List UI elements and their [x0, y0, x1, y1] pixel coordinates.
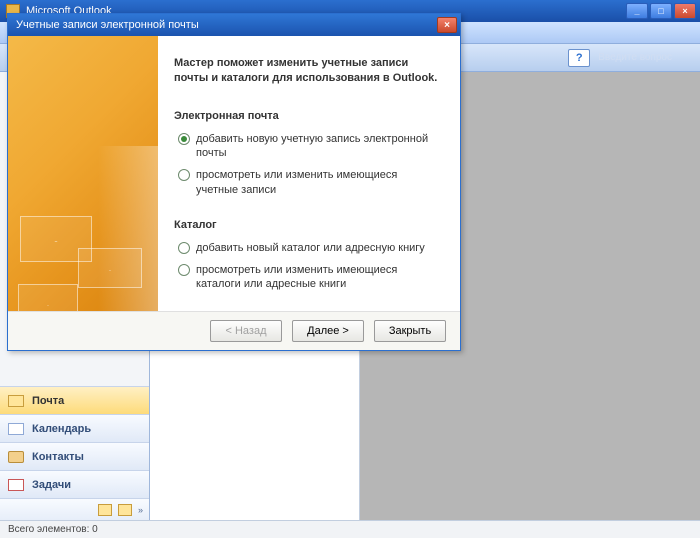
nav-tasks-label: Задачи — [32, 479, 71, 491]
radio-add-dir-label: добавить новый каталог или адресную книг… — [196, 241, 425, 255]
contacts-icon — [8, 451, 24, 463]
dialog-title: Учетные записи электронной почты — [16, 19, 199, 31]
dialog-body: Мастер поможет изменить учетные записи п… — [8, 36, 460, 312]
calendar-icon — [8, 423, 24, 435]
nav-calendar-label: Календарь — [32, 423, 91, 435]
radio-icon — [178, 133, 190, 145]
nav-calendar[interactable]: Календарь — [0, 414, 149, 442]
section-dir-heading: Каталог — [174, 219, 442, 231]
search-hint: Введите вопрос — [598, 52, 672, 63]
nav-tasks[interactable]: Задачи — [0, 470, 149, 498]
radio-edit-email-label: просмотреть или изменить имеющиеся учетн… — [196, 168, 442, 197]
accounts-wizard-dialog: Учетные записи электронной почты × Масте… — [7, 13, 461, 351]
tasks-icon — [8, 479, 24, 491]
radio-edit-dir[interactable]: просмотреть или изменить имеющиеся катал… — [174, 263, 442, 292]
dialog-titlebar: Учетные записи электронной почты × — [8, 14, 460, 36]
nav-contacts-label: Контакты — [32, 451, 84, 463]
maximize-button[interactable]: □ — [650, 3, 672, 19]
wizard-intro: Мастер поможет изменить учетные записи п… — [174, 56, 442, 86]
nav-mail[interactable]: Почта — [0, 386, 149, 414]
nav-shortcuts: » — [0, 498, 149, 520]
nav-mail-label: Почта — [32, 395, 64, 407]
envelope-icon — [78, 248, 142, 288]
mail-icon — [8, 395, 24, 407]
next-button[interactable]: Далее > — [292, 320, 364, 342]
wizard-content: Мастер поможет изменить учетные записи п… — [158, 36, 460, 311]
folder-list-icon[interactable] — [118, 504, 132, 516]
radio-edit-dir-label: просмотреть или изменить имеющиеся катал… — [196, 263, 442, 292]
dialog-close-button[interactable]: × — [437, 17, 457, 33]
nav-contacts[interactable]: Контакты — [0, 442, 149, 470]
window-close-button[interactable]: × — [674, 3, 696, 19]
radio-add-email-label: добавить новую учетную запись электронно… — [196, 132, 442, 161]
notes-icon[interactable] — [98, 504, 112, 516]
back-button: < Назад — [210, 320, 282, 342]
radio-add-dir[interactable]: добавить новый каталог или адресную книг… — [174, 241, 442, 255]
nav-chevron-icon[interactable]: » — [138, 505, 143, 515]
statusbar: Всего элементов: 0 — [0, 520, 700, 538]
wizard-artwork — [8, 36, 158, 311]
minimize-button[interactable]: _ — [626, 3, 648, 19]
dialog-button-row: < Назад Далее > Закрыть — [8, 312, 460, 350]
status-items: Всего элементов: 0 — [8, 524, 98, 535]
radio-icon — [178, 264, 190, 276]
help-dropdown[interactable]: ? — [568, 49, 590, 67]
radio-edit-email[interactable]: просмотреть или изменить имеющиеся учетн… — [174, 168, 442, 197]
section-email-heading: Электронная почта — [174, 110, 442, 122]
radio-add-email[interactable]: добавить новую учетную запись электронно… — [174, 132, 442, 161]
close-button[interactable]: Закрыть — [374, 320, 446, 342]
radio-icon — [178, 242, 190, 254]
envelope-icon — [18, 284, 78, 311]
radio-icon — [178, 169, 190, 181]
